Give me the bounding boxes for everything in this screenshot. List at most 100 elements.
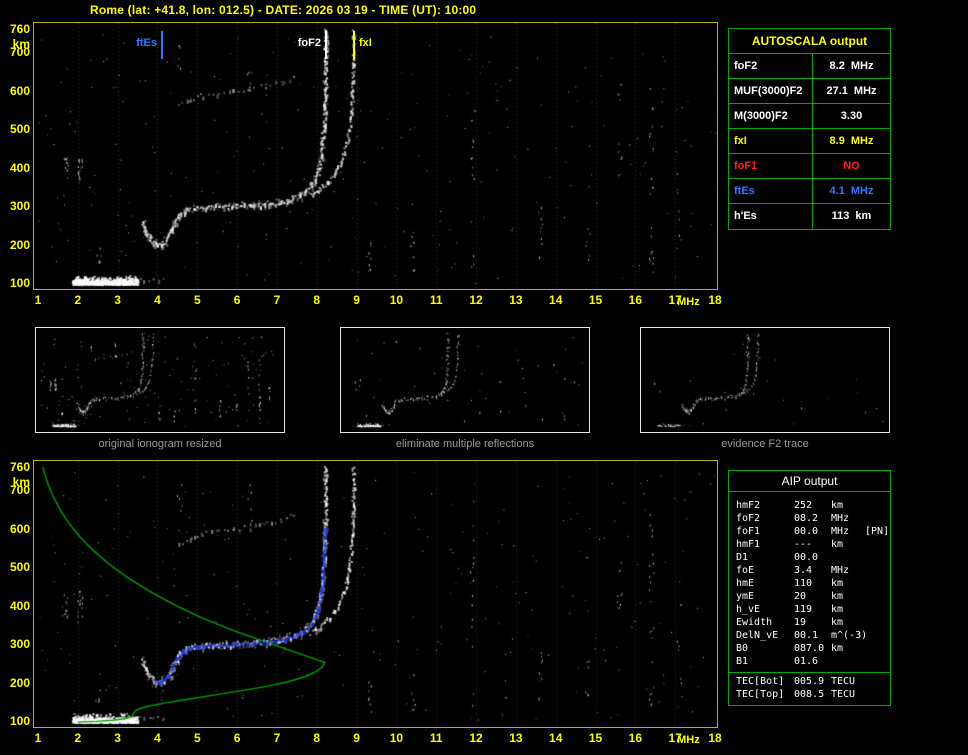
y-axis-tick-label: 100 bbox=[0, 714, 30, 728]
x-axis-tick-label: 13 bbox=[501, 731, 531, 745]
aip-row-unit: km bbox=[831, 499, 865, 512]
x-axis-tick-label: 5 bbox=[182, 293, 212, 307]
autoscala-row-label: MUF(3000)F2 bbox=[729, 79, 813, 103]
marker-ftEs-line bbox=[161, 31, 163, 59]
aip-row-note bbox=[865, 629, 890, 642]
x-axis-tick-label: 8 bbox=[302, 293, 332, 307]
aip-row-B0: B0087.0km bbox=[729, 642, 890, 655]
station-title: Rome (lat: +41.8, lon: 012.5) - DATE: 20… bbox=[90, 3, 476, 17]
aip-row-note bbox=[865, 688, 890, 701]
aip-row-value: --- bbox=[794, 538, 831, 551]
aip-row-unit bbox=[831, 655, 865, 668]
autoscala-table-title: AUTOSCALA output bbox=[729, 29, 890, 54]
autoscala-row-value: NO bbox=[813, 154, 890, 178]
x-axis-tick-label: 1 bbox=[23, 731, 53, 745]
aip-table-rows: hmF2252kmfoF208.2MHzfoF100.0MHz[PN]hmF1-… bbox=[729, 492, 890, 670]
aip-row-unit: MHz bbox=[831, 525, 865, 538]
y-axis-tick-label: 760 bbox=[0, 460, 30, 474]
autoscala-row-value: 27.1MHz bbox=[813, 79, 890, 103]
x-axis-tick-label: 5 bbox=[182, 731, 212, 745]
aip-row-unit: MHz bbox=[831, 512, 865, 525]
aip-row-label: D1 bbox=[736, 551, 794, 564]
aip-row-label: foE bbox=[736, 564, 794, 577]
aip-row-DelN_vE: DelN_vE00.1m^(-3) bbox=[729, 629, 890, 642]
aip-row-value: 008.5 bbox=[794, 688, 831, 701]
marker-fxI-label: fxI bbox=[359, 37, 372, 49]
x-axis-tick-label: 1 bbox=[23, 293, 53, 307]
thumb-original-ionogram bbox=[35, 327, 285, 433]
autoscala-row-label: fxI bbox=[729, 129, 813, 153]
autoscala-value-number: 113 bbox=[832, 204, 850, 229]
x-axis-tick-label: 11 bbox=[421, 293, 451, 307]
autoscala-row-foF1: foF1NO bbox=[729, 154, 890, 179]
x-axis-tick-label: 15 bbox=[581, 731, 611, 745]
top-ionogram-plot: ftEsfoF2fxI bbox=[33, 22, 718, 290]
x-axis-unit-label: MHz bbox=[677, 734, 700, 747]
x-axis-tick-label: 18 bbox=[700, 731, 730, 745]
aip-row-label: Ewidth bbox=[736, 616, 794, 629]
x-axis-tick-label: 12 bbox=[461, 731, 491, 745]
aip-row-hmE: hmE110km bbox=[729, 577, 890, 590]
y-axis-unit-label: km bbox=[0, 475, 30, 489]
autoscala-row-label: M(3000)F2 bbox=[729, 104, 813, 128]
aip-row-label: DelN_vE bbox=[736, 629, 794, 642]
x-axis-tick-label: 9 bbox=[342, 731, 372, 745]
autoscala-value-unit: MHz bbox=[851, 129, 874, 154]
marker-fxI-line bbox=[353, 31, 355, 59]
aip-row-label: TEC[Bot] bbox=[736, 675, 794, 688]
x-axis-tick-label: 16 bbox=[620, 731, 650, 745]
aip-tec-separator bbox=[729, 672, 890, 673]
aip-row-value: 00.0 bbox=[794, 525, 831, 538]
aip-row-B1: B101.6 bbox=[729, 655, 890, 668]
aip-row-note bbox=[865, 551, 890, 564]
aip-row-value: 087.0 bbox=[794, 642, 831, 655]
aip-row-value: 01.6 bbox=[794, 655, 831, 668]
aip-row-unit bbox=[831, 551, 865, 564]
autoscala-row-M(3000)F2: M(3000)F23.30 bbox=[729, 104, 890, 129]
aip-row-value: 00.1 bbox=[794, 629, 831, 642]
aip-row-value: 20 bbox=[794, 590, 831, 603]
autoscala-row-value: 4.1 MHz bbox=[813, 179, 890, 203]
aip-row-unit: TECU bbox=[831, 675, 865, 688]
y-axis-tick-label: 760 bbox=[0, 22, 30, 36]
aip-row-hmF2: hmF2252km bbox=[729, 499, 890, 512]
marker-foF2-label: foF2 bbox=[277, 37, 321, 49]
y-axis-tick-label: 300 bbox=[0, 637, 30, 651]
aip-row-note bbox=[865, 675, 890, 688]
autoscala-value-unit: km bbox=[855, 204, 871, 229]
aip-row-label: B0 bbox=[736, 642, 794, 655]
aip-row-note bbox=[865, 564, 890, 577]
x-axis-tick-label: 7 bbox=[262, 293, 292, 307]
x-axis-tick-label: 3 bbox=[103, 731, 133, 745]
autoscala-table: AUTOSCALA output foF28.2MHzMUF(3000)F227… bbox=[728, 28, 891, 230]
aip-table: AIP output hmF2252kmfoF208.2MHzfoF100.0M… bbox=[728, 470, 891, 706]
y-axis-tick-label: 300 bbox=[0, 199, 30, 213]
autoscala-value-unit: MHz bbox=[851, 54, 874, 79]
aip-row-note bbox=[865, 538, 890, 551]
aip-row-value: 3.4 bbox=[794, 564, 831, 577]
top-ionogram-canvas bbox=[34, 23, 717, 289]
bottom-ionogram-plot bbox=[33, 460, 718, 728]
aip-row-label: hmF1 bbox=[736, 538, 794, 551]
autoscala-row-value: 8.2MHz bbox=[813, 54, 890, 78]
aip-row-Ewidth: Ewidth19km bbox=[729, 616, 890, 629]
autoscala-value-number: 8.9 bbox=[830, 129, 845, 154]
x-axis-tick-label: 2 bbox=[63, 731, 93, 745]
y-axis-tick-label: 500 bbox=[0, 560, 30, 574]
thumb-caption-eliminate: eliminate multiple reflections bbox=[340, 438, 590, 450]
aip-row-note bbox=[865, 642, 890, 655]
x-axis-tick-label: 3 bbox=[103, 293, 133, 307]
aip-row-label: hmE bbox=[736, 577, 794, 590]
x-axis-tick-label: 14 bbox=[541, 731, 571, 745]
aip-row-label: foF1 bbox=[736, 525, 794, 538]
aip-row-unit: km bbox=[831, 603, 865, 616]
autoscala-row-MUF(3000)F2: MUF(3000)F227.1MHz bbox=[729, 79, 890, 104]
aip-row-ymE: ymE20km bbox=[729, 590, 890, 603]
autoscala-value-unit: MHz bbox=[851, 179, 874, 204]
aip-row-note bbox=[865, 590, 890, 603]
aip-row-label: B1 bbox=[736, 655, 794, 668]
y-axis-tick-label: 200 bbox=[0, 676, 30, 690]
autoscala-value-number: 4.1 bbox=[830, 179, 845, 204]
y-axis-tick-label: 200 bbox=[0, 238, 30, 252]
aip-row-label: hmF2 bbox=[736, 499, 794, 512]
